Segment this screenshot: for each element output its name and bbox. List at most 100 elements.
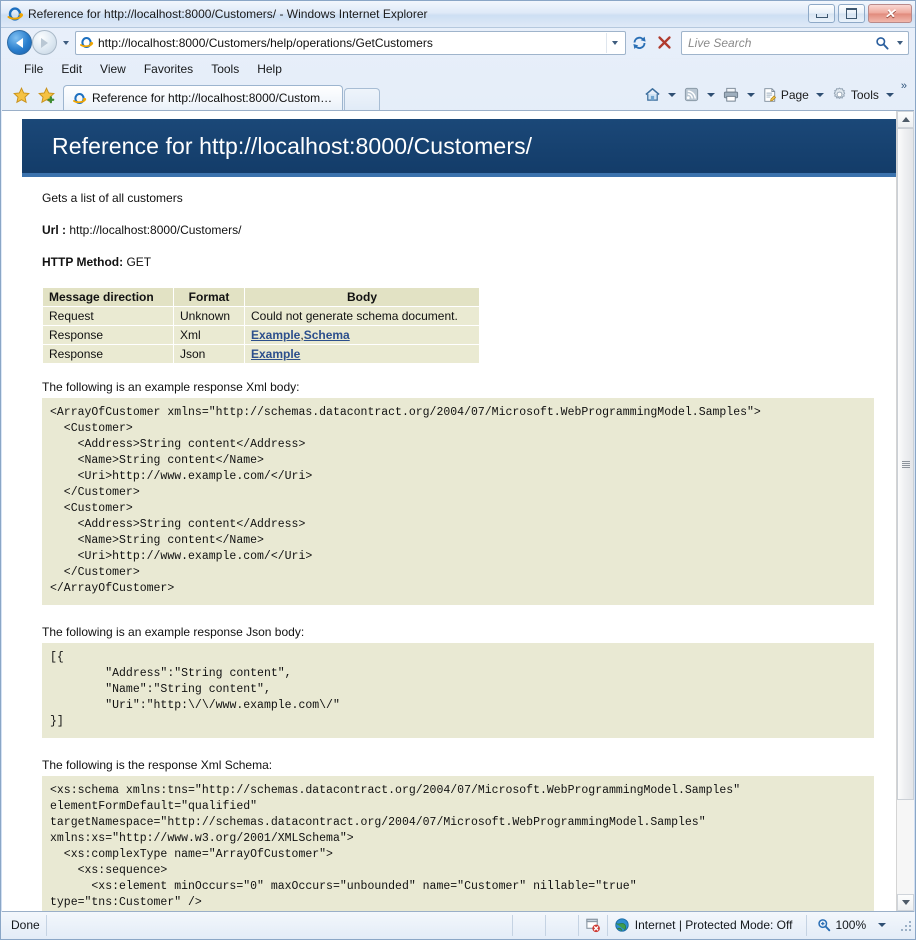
home-dropdown-icon[interactable] (668, 93, 676, 97)
page-body: Gets a list of all customers Url : http:… (2, 177, 896, 910)
command-bar: Page Tools (641, 84, 897, 110)
example-link[interactable]: Example (251, 328, 300, 342)
tools-menu-label: Tools (851, 88, 879, 102)
status-spacer (46, 915, 513, 936)
page-viewport: Reference for http://localhost:8000/Cust… (2, 110, 914, 911)
popup-blocker-status[interactable] (578, 915, 607, 936)
http-method-label: HTTP Method: (42, 255, 123, 269)
menu-item-favorites[interactable]: Favorites (135, 60, 202, 78)
menu-item-view[interactable]: View (91, 60, 135, 78)
json-body-code: [{ "Address":"String content", "Name":"S… (42, 643, 874, 738)
print-button[interactable] (719, 84, 743, 105)
cell-body: Example,Schema (245, 326, 480, 345)
recent-pages-dropdown[interactable] (59, 30, 73, 55)
table-row: Response Json Example (43, 345, 480, 364)
menu-item-tools[interactable]: Tools (202, 60, 248, 78)
tools-dropdown-icon[interactable] (886, 93, 894, 97)
status-text: Done (9, 915, 46, 936)
search-icon[interactable] (872, 36, 892, 50)
minimize-button[interactable] (808, 4, 835, 23)
gear-icon (831, 86, 848, 103)
zoom-level: 100% (835, 918, 866, 932)
cell-format: Unknown (174, 307, 245, 326)
address-input[interactable]: http://localhost:8000/Customers/help/ope… (75, 31, 626, 55)
search-placeholder: Live Search (682, 36, 872, 50)
page-title: Reference for http://localhost:8000/Cust… (52, 133, 532, 160)
zoom-control[interactable]: 100% (806, 915, 895, 936)
cell-body: Example (245, 345, 480, 364)
tab-favicon-icon (72, 91, 87, 106)
vertical-scrollbar[interactable] (896, 111, 914, 910)
command-bar-overflow-icon[interactable]: » (897, 80, 911, 98)
print-dropdown-icon[interactable] (747, 93, 755, 97)
search-input[interactable]: Live Search (681, 31, 909, 55)
feeds-button[interactable] (680, 84, 703, 105)
page-icon (762, 87, 778, 103)
menu-item-edit[interactable]: Edit (52, 60, 91, 78)
json-body-label: The following is an example response Jso… (42, 625, 874, 639)
menu-item-file[interactable]: File (15, 60, 52, 78)
browser-window: Reference for http://localhost:8000/Cust… (0, 0, 916, 940)
url-label: Url : (42, 223, 66, 237)
url-line: Url : http://localhost:8000/Customers/ (42, 223, 874, 237)
xml-body-label: The following is an example response Xml… (42, 380, 874, 394)
home-button[interactable] (641, 84, 664, 105)
col-message-direction: Message direction (43, 288, 174, 307)
scrollbar-thumb[interactable] (897, 128, 914, 800)
scroll-up-button[interactable] (897, 111, 914, 128)
scrollbar-grip-icon (902, 461, 910, 468)
url-value: http://localhost:8000/Customers/ (69, 223, 241, 237)
window-controls: ✕ (808, 4, 912, 23)
cell-format: Xml (174, 326, 245, 345)
cell-format: Json (174, 345, 245, 364)
page-menu-label: Page (781, 88, 809, 102)
col-body: Body (245, 288, 480, 307)
status-segment-b (545, 915, 578, 936)
window-title: Reference for http://localhost:8000/Cust… (28, 7, 808, 21)
forward-button[interactable] (32, 30, 57, 55)
http-method-line: HTTP Method: GET (42, 255, 874, 269)
table-row: Request Unknown Could not generate schem… (43, 307, 480, 326)
message-table: Message direction Format Body Request Un… (42, 287, 480, 364)
address-favicon-icon (79, 35, 94, 50)
favorites-center-icon[interactable] (13, 87, 30, 104)
close-button[interactable]: ✕ (868, 4, 912, 23)
new-tab-button[interactable] (344, 88, 380, 110)
table-row: Response Xml Example,Schema (43, 326, 480, 345)
page-dropdown-icon[interactable] (816, 93, 824, 97)
menu-item-help[interactable]: Help (248, 60, 291, 78)
refresh-button[interactable] (628, 32, 651, 54)
cell-direction: Request (43, 307, 174, 326)
tab-bar: Reference for http://localhost:8000/Cust… (1, 80, 915, 110)
globe-icon (614, 917, 630, 933)
search-dropdown-icon[interactable] (892, 41, 908, 45)
title-bar: Reference for http://localhost:8000/Cust… (1, 1, 915, 28)
http-method-value: GET (126, 255, 151, 269)
resize-grip-icon[interactable] (899, 919, 911, 931)
xml-schema-label: The following is the response Xml Schema… (42, 758, 874, 772)
operation-description: Gets a list of all customers (42, 191, 874, 205)
table-header-row: Message direction Format Body (43, 288, 480, 307)
add-to-favorites-icon[interactable] (38, 87, 55, 104)
back-button[interactable] (7, 30, 32, 55)
scrollbar-track[interactable] (897, 128, 914, 893)
maximize-button[interactable] (838, 4, 865, 23)
cell-direction: Response (43, 326, 174, 345)
col-format: Format (174, 288, 245, 307)
status-bar: Done Internet | Protected Mode: Off (1, 912, 915, 939)
example-link[interactable]: Example (251, 347, 300, 361)
cell-body: Could not generate schema document. (245, 307, 480, 326)
browser-tab[interactable]: Reference for http://localhost:8000/Cust… (63, 85, 343, 110)
page-content: Reference for http://localhost:8000/Cust… (2, 111, 896, 910)
zoom-dropdown-icon[interactable] (878, 923, 886, 927)
page-banner: Reference for http://localhost:8000/Cust… (22, 119, 896, 177)
tools-menu-button[interactable]: Tools (828, 84, 882, 105)
security-zone[interactable]: Internet | Protected Mode: Off (607, 915, 799, 936)
feeds-dropdown-icon[interactable] (707, 93, 715, 97)
schema-link[interactable]: Schema (304, 328, 350, 342)
scroll-down-button[interactable] (897, 894, 914, 911)
address-dropdown-icon[interactable] (606, 33, 623, 53)
page-menu-button[interactable]: Page (759, 85, 812, 105)
cell-direction: Response (43, 345, 174, 364)
stop-button[interactable] (653, 32, 676, 54)
